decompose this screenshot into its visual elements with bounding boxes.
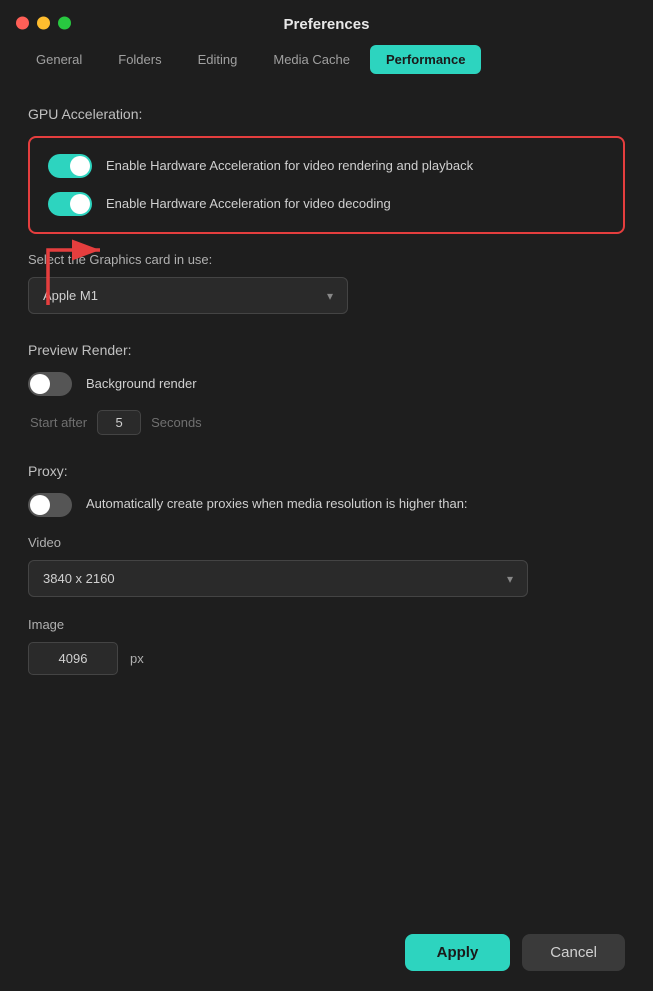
window-title: Preferences xyxy=(284,16,370,33)
preview-render-title: Preview Render: xyxy=(28,342,625,358)
content-area: GPU Acceleration: Enable Hardware Accele… xyxy=(0,90,653,719)
gpu-acceleration-box: Enable Hardware Acceleration for video r… xyxy=(28,136,625,234)
proxy-title: Proxy: xyxy=(28,463,625,479)
hardware-accel-rendering-label: Enable Hardware Acceleration for video r… xyxy=(106,157,473,175)
auto-proxy-label: Automatically create proxies when media … xyxy=(86,493,468,513)
image-label: Image xyxy=(28,617,625,632)
chevron-down-icon: ▾ xyxy=(327,289,333,303)
cancel-button[interactable]: Cancel xyxy=(522,934,625,971)
hardware-accel-rendering-toggle[interactable] xyxy=(48,154,92,178)
start-after-row: Start after Seconds xyxy=(28,410,625,435)
tab-editing[interactable]: Editing xyxy=(182,45,254,74)
close-button[interactable] xyxy=(16,16,29,29)
start-after-label: Start after xyxy=(30,415,87,430)
tab-folders[interactable]: Folders xyxy=(102,45,177,74)
auto-proxy-toggle[interactable] xyxy=(28,493,72,517)
graphics-card-dropdown[interactable]: Apple M1 ▾ xyxy=(28,277,348,314)
video-label: Video xyxy=(28,535,625,550)
background-render-toggle[interactable] xyxy=(28,372,72,396)
graphics-card-value: Apple M1 xyxy=(43,288,98,303)
tab-media-cache[interactable]: Media Cache xyxy=(257,45,366,74)
background-render-label: Background render xyxy=(86,375,197,393)
preview-render-section: Preview Render: Background render Start … xyxy=(28,342,625,435)
seconds-label: Seconds xyxy=(151,415,202,430)
chevron-down-icon-2: ▾ xyxy=(507,572,513,586)
tab-bar: General Folders Editing Media Cache Perf… xyxy=(0,45,653,90)
hardware-accel-decoding-label: Enable Hardware Acceleration for video d… xyxy=(106,195,391,213)
maximize-button[interactable] xyxy=(58,16,71,29)
window-controls xyxy=(16,16,71,29)
tab-performance[interactable]: Performance xyxy=(370,45,481,74)
start-after-input[interactable] xyxy=(97,410,141,435)
px-label: px xyxy=(130,651,144,666)
background-render-row: Background render xyxy=(28,372,625,396)
gpu-section-title: GPU Acceleration: xyxy=(28,106,625,122)
bottom-bar: Apply Cancel xyxy=(0,914,653,991)
proxy-section: Proxy: Automatically create proxies when… xyxy=(28,463,625,675)
hardware-accel-decoding-row: Enable Hardware Acceleration for video d… xyxy=(48,192,605,216)
minimize-button[interactable] xyxy=(37,16,50,29)
tab-general[interactable]: General xyxy=(20,45,98,74)
title-bar: Preferences xyxy=(0,0,653,45)
hardware-accel-decoding-toggle[interactable] xyxy=(48,192,92,216)
video-resolution-dropdown[interactable]: 3840 x 2160 ▾ xyxy=(28,560,528,597)
image-size-row: px xyxy=(28,642,625,675)
video-resolution-value: 3840 x 2160 xyxy=(43,571,115,586)
graphics-card-label: Select the Graphics card in use: xyxy=(28,252,625,267)
hardware-accel-rendering-row: Enable Hardware Acceleration for video r… xyxy=(48,154,605,178)
auto-proxy-row: Automatically create proxies when media … xyxy=(28,493,625,517)
apply-button[interactable]: Apply xyxy=(405,934,511,971)
image-size-input[interactable] xyxy=(28,642,118,675)
